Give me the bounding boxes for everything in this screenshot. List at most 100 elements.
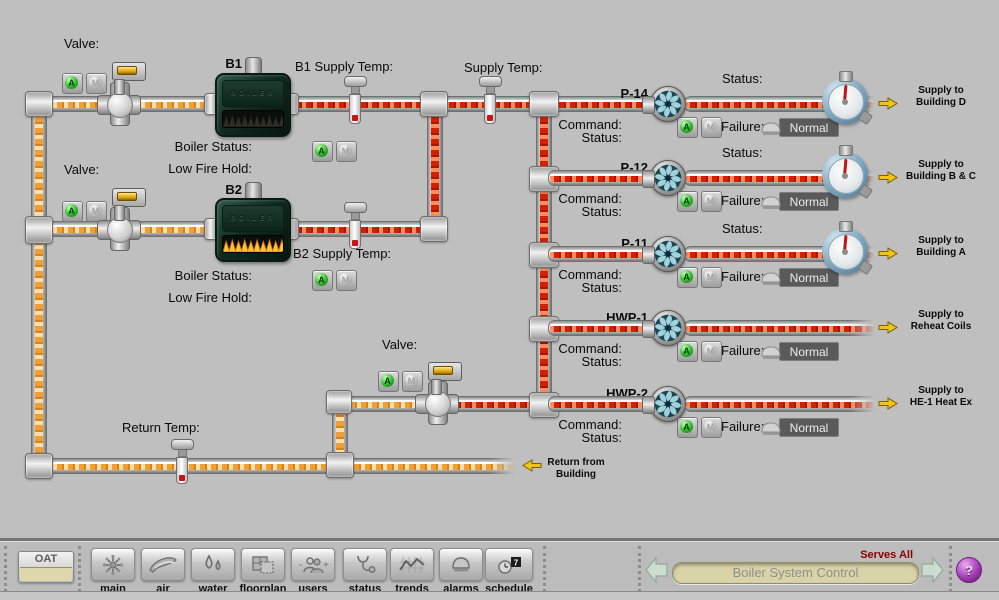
failure-status-badge: Normal [779,342,839,361]
auto-button[interactable]: A [312,141,333,162]
oat-value-box [20,567,72,581]
failure-status-badge: Normal [779,268,839,287]
supply-arrow-icon [878,97,898,110]
alarm-bell-icon [760,120,783,136]
water-button[interactable] [191,548,235,581]
auto-button[interactable]: A [62,201,83,222]
boiler-b2: BOILER [215,198,291,262]
main-button[interactable] [91,548,135,581]
graphic-title-field[interactable]: Boiler System Control [672,562,919,584]
manual-button[interactable]: M [701,117,722,138]
pump-name: P-14 [556,86,648,101]
destination-label: Supply to Building B & C [897,159,985,182]
failure-status-badge: Normal [779,192,839,211]
separator [638,546,641,592]
pump-impeller-icon [654,390,682,418]
main-icon [97,553,129,577]
manual-button[interactable]: M [336,141,357,162]
manual-button[interactable]: M [701,267,722,288]
destination-label: Supply to HE-1 Heat Ex [899,385,983,408]
status-icon [349,553,381,577]
elbow-fitting [25,453,53,479]
return-temp-sensor [171,439,194,484]
boiler-system-screen: Valve: A M Valve: A M Valve: A M B1 BOIL… [0,0,999,600]
b1-supply-temp-sensor [344,76,367,124]
valve-stem [431,379,442,395]
mix-valve-label: Valve: [382,337,417,352]
auto-button[interactable]: A [62,73,83,94]
alarm-bell-icon [760,194,783,210]
manual-button[interactable]: M [701,341,722,362]
separator [543,546,546,592]
failure-label: Failure: [721,119,764,134]
elbow-fitting [420,216,448,242]
oat-button[interactable]: OAT [18,551,74,583]
pump-impeller-icon [654,240,682,268]
valve-stem [114,205,125,221]
auto-button[interactable]: A [677,417,698,438]
return-arrow-icon [522,459,542,472]
users-button[interactable]: -+ [291,548,335,581]
manual-button[interactable]: M [701,417,722,438]
b1-boiler-am-buttons: A M [312,141,357,162]
pump-impeller-icon [654,164,682,192]
pressure-gauge [822,78,868,124]
bottom-toolbar: OAT main air [0,538,999,594]
auto-button[interactable]: A [312,270,333,291]
alarm-bell-icon [760,420,783,436]
pump-impeller-icon [654,90,682,118]
tee-fitting [420,91,448,117]
destination-label: Supply to Reheat Coils [899,309,983,332]
tee-fitting [529,91,559,117]
auto-button[interactable]: A [677,267,698,288]
alarms-button[interactable] [439,548,483,581]
boiler-b1: BOILER [215,73,291,137]
schedule-day-number: 7 [514,558,519,567]
supply-arrow-icon [878,321,898,334]
b2-nameplate: BOILER [222,205,284,232]
failure-label: Failure: [721,343,764,358]
b1-boiler-status-label: Boiler Status: [148,139,252,154]
b2-valve-label: Valve: [64,162,99,177]
auto-button[interactable]: A [677,117,698,138]
alarm-bell-icon [760,270,783,286]
alarm-bell-icon [760,344,783,360]
status-label: Status: [722,71,762,86]
manual-button[interactable]: M [336,270,357,291]
separator [4,546,7,592]
trends-button[interactable] [390,548,434,581]
pump-suction-pipe [548,246,656,262]
floorplan-button[interactable] [241,548,285,581]
help-button[interactable]: ? [956,557,982,583]
pump-p11 [650,236,686,272]
auto-button[interactable]: A [378,371,399,392]
b1-nameplate: BOILER [222,80,284,107]
auto-button[interactable]: A [677,191,698,212]
pressure-gauge [822,152,868,198]
supply-arrow-icon [878,171,898,184]
auto-button[interactable]: A [677,341,698,362]
floorplan-icon [247,553,279,577]
failure-label: Failure: [721,193,764,208]
manual-button[interactable]: M [701,191,722,212]
alarms-icon [445,553,477,577]
elbow-fitting [25,91,53,117]
supply-arrow-icon [878,247,898,260]
status-label: Status: [536,430,622,445]
nav-back-arrow[interactable] [644,555,669,585]
destination-label: Supply to Building D [899,85,983,108]
nav-forward-arrow[interactable] [920,555,945,585]
schedule-button[interactable]: 7 [485,548,533,581]
b1-supply-temp-label: B1 Supply Temp: [295,59,393,74]
failure-label: Failure: [721,419,764,434]
status-label: Status: [536,130,622,145]
b2-name: B2 [210,182,242,197]
pipe-mix-outlet [448,396,542,412]
pump-p14 [650,86,686,122]
pump-hwp2 [650,386,686,422]
b1-low-fire-label: Low Fire Hold: [148,161,252,176]
supply-arrow-icon [878,397,898,410]
pipe-return-fade [490,456,520,474]
air-button[interactable] [141,548,185,581]
pump-am-buttons: A M [677,267,722,288]
